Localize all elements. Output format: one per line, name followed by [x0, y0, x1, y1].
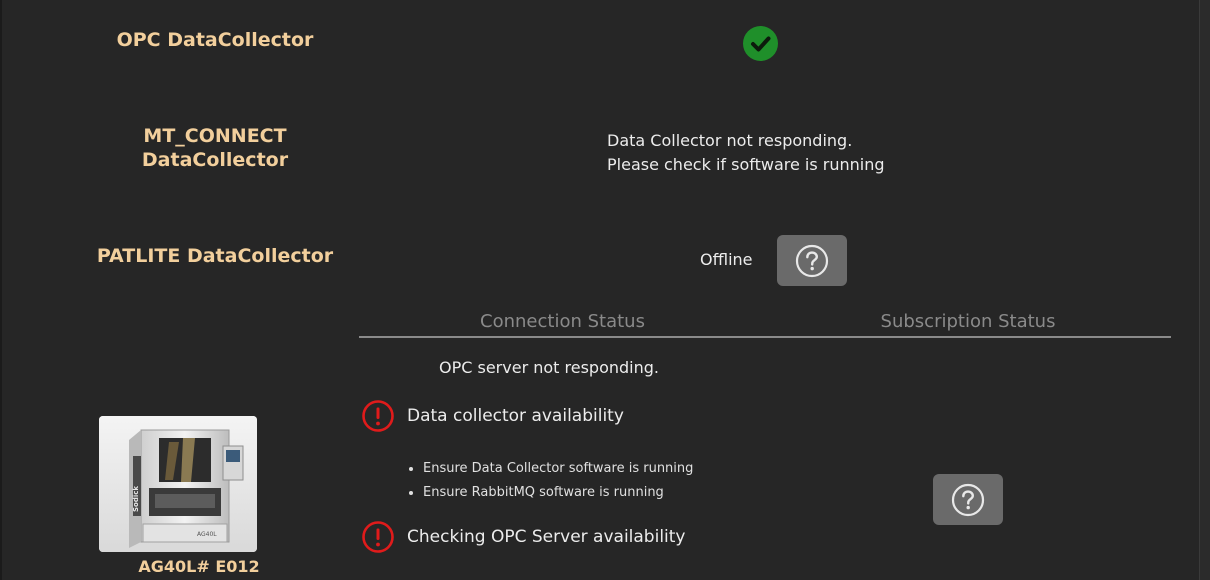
- patlite-status-text: Offline: [700, 250, 753, 269]
- hint-item: Ensure Data Collector software is runnin…: [423, 457, 693, 481]
- subscription-status-header: Subscription Status: [880, 311, 1056, 332]
- mtconnect-status-message: Data Collector not responding. Please ch…: [607, 129, 885, 177]
- subscription-help-button[interactable]: [933, 474, 1003, 525]
- patlite-help-button[interactable]: [777, 235, 847, 286]
- alert-circle-icon: [361, 520, 395, 554]
- question-circle-icon: [951, 483, 985, 516]
- mtconnect-message-line1: Data Collector not responding.: [607, 131, 853, 150]
- check-opc-server-availability: Checking OPC Server availability: [407, 527, 686, 547]
- alert-circle-icon: [361, 399, 395, 433]
- patlite-collector-label: PATLITE DataCollector: [96, 245, 334, 267]
- hint-list: Ensure Data Collector software is runnin…: [405, 457, 693, 505]
- header-divider: [359, 336, 1171, 338]
- machine-model-text: AG40L: [197, 531, 217, 538]
- mtconnect-label-line2: DataCollector: [141, 149, 289, 171]
- machine-label: AG40L# E012: [138, 557, 260, 576]
- connection-status-header: Connection Status: [480, 311, 645, 332]
- machine-image[interactable]: Sodick AG40L: [99, 416, 257, 552]
- question-circle-icon: [795, 244, 829, 277]
- scrollbar-track[interactable]: [1200, 0, 1210, 580]
- mtconnect-label-line1: MT_CONNECT: [143, 125, 287, 147]
- machine-brand-text: Sodick: [132, 486, 140, 512]
- check-data-collector-availability: Data collector availability: [407, 406, 624, 426]
- opc-server-message: OPC server not responding.: [439, 358, 659, 377]
- opc-collector-label: OPC DataCollector: [116, 29, 314, 51]
- check-circle-icon: [743, 26, 778, 61]
- datacollector-status-page: OPC DataCollector MT_CONNECT DataCollect…: [0, 0, 1210, 580]
- left-border: [0, 0, 2, 580]
- mtconnect-collector-label: MT_CONNECT DataCollector: [70, 124, 360, 172]
- edm-machine-illustration: Sodick AG40L: [99, 416, 257, 552]
- mtconnect-message-line2: Please check if software is running: [607, 155, 885, 174]
- hint-item: Ensure RabbitMQ software is running: [423, 481, 693, 505]
